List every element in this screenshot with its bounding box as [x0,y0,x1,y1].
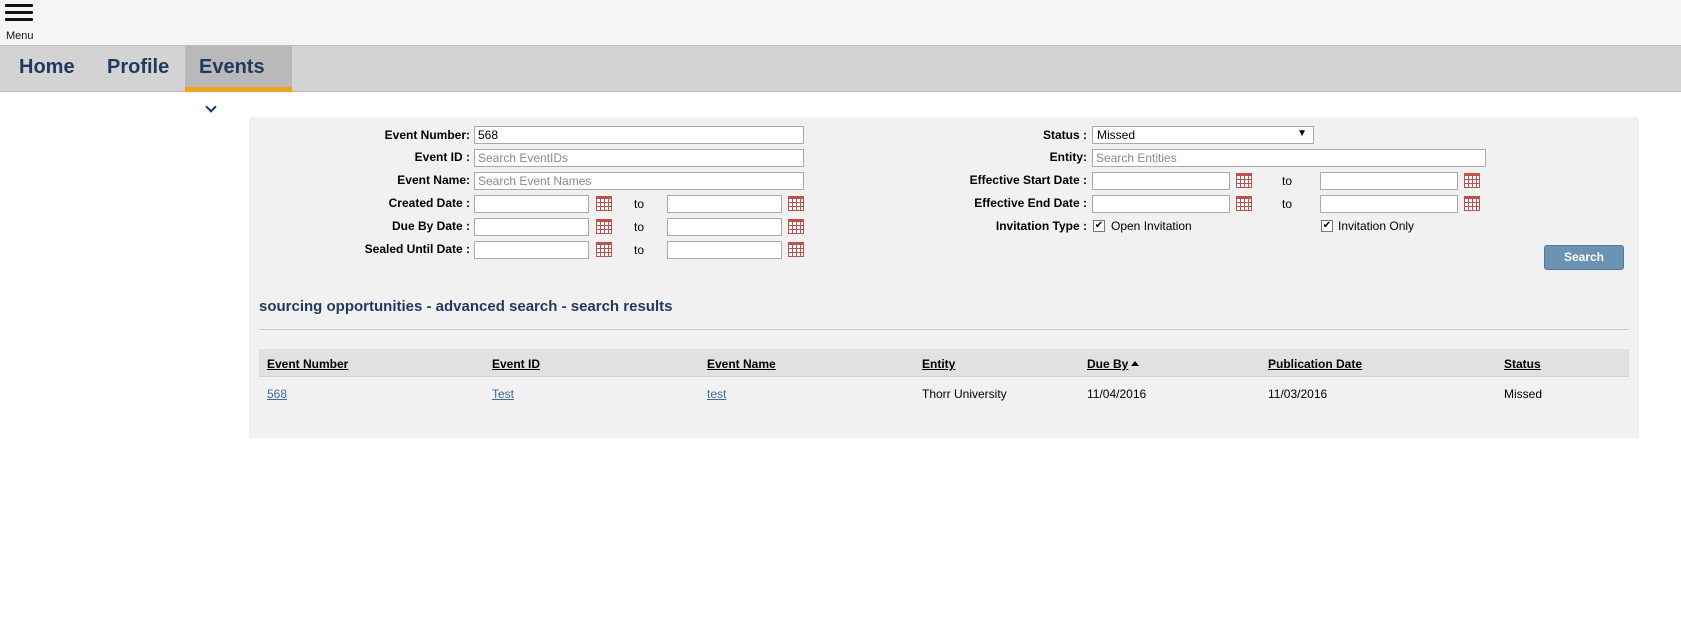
event-number-input[interactable] [474,126,804,144]
status-label: Status : [1042,128,1087,142]
status-select[interactable]: Missed ▼ [1092,126,1314,144]
entity-input[interactable] [1092,149,1486,167]
column-header-event-id[interactable]: Event ID [492,357,540,371]
calendar-icon[interactable] [596,219,612,234]
calendar-icon[interactable] [1464,173,1480,188]
entity-cell: Thorr University [922,387,1007,401]
calendar-icon[interactable] [788,196,804,211]
hamburger-menu-icon[interactable] [5,2,35,25]
effective-start-date-from-input[interactable] [1092,172,1230,190]
event-id-input[interactable] [474,149,804,167]
divider [259,329,1629,330]
calendar-icon[interactable] [596,242,612,257]
results-title: sourcing opportunities - advanced search… [259,298,673,315]
due-by-date-from-input[interactable] [474,218,589,236]
column-header-publication-date[interactable]: Publication Date [1268,357,1362,371]
event-id-link[interactable]: Test [492,387,514,401]
effective-end-date-label: Effective End Date : [974,196,1087,210]
effective-end-date-to-input[interactable] [1320,195,1458,213]
sealed-until-date-to-label: to [634,243,645,257]
created-date-to-label: to [634,197,645,211]
sealed-until-date-label: Sealed Until Date : [364,242,470,256]
calendar-icon[interactable] [596,196,612,211]
effective-start-date-to-input[interactable] [1320,172,1458,190]
nav-profile[interactable]: Profile [88,46,188,92]
dropdown-arrow-icon: ▼ [1297,128,1307,139]
publication-date-cell: 11/03/2016 [1268,387,1328,401]
event-name-link[interactable]: test [707,387,726,401]
due-by-cell: 11/04/2016 [1087,387,1147,401]
calendar-icon[interactable] [1464,196,1480,211]
created-date-from-input[interactable] [474,195,589,213]
sealed-until-date-from-input[interactable] [474,241,589,259]
event-name-input[interactable] [474,172,804,190]
created-date-label: Created Date : [388,196,470,210]
created-date-to-input[interactable] [667,195,782,213]
open-invitation-label: Open Invitation [1111,219,1192,233]
status-cell: Missed [1504,387,1543,401]
due-by-date-to-input[interactable] [667,218,782,236]
main-nav: Home Profile Events [0,46,1681,113]
menu-label[interactable]: Menu [6,30,34,42]
search-button[interactable]: Search [1544,245,1624,270]
open-invitation-checkbox[interactable]: ✔ [1093,220,1105,232]
sealed-until-date-to-input[interactable] [667,241,782,259]
calendar-icon[interactable] [788,242,804,257]
effective-end-date-from-input[interactable] [1092,195,1230,213]
effective-end-date-to-label: to [1282,197,1293,211]
invitation-only-checkbox[interactable]: ✔ [1321,220,1333,232]
invitation-type-label: Invitation Type : [995,219,1087,233]
calendar-icon[interactable] [788,219,804,234]
nav-events[interactable]: Events [185,46,292,113]
column-header-due-by[interactable]: Due By [1087,357,1140,371]
advanced-search-panel: Event Number: Event ID : Event Name: Cre… [249,117,1639,438]
top-bar: Menu [0,0,1681,46]
event-name-label: Event Name: [397,173,470,187]
table-row: 568 Test test Thorr University 11/04/201… [259,378,1629,406]
due-by-date-to-label: to [634,220,645,234]
entity-label: Entity: [1049,150,1087,164]
column-header-entity[interactable]: Entity [922,357,955,371]
event-number-link[interactable]: 568 [267,387,287,401]
event-id-label: Event ID : [414,150,470,164]
calendar-icon[interactable] [1236,196,1252,211]
calendar-icon[interactable] [1236,173,1252,188]
results-table-header: Event Number Event ID Event Name Entity … [259,349,1629,377]
nav-home[interactable]: Home [0,46,94,92]
column-header-event-name[interactable]: Event Name [707,357,776,371]
chevron-down-icon [205,101,217,113]
due-by-date-label: Due By Date : [391,219,470,233]
effective-start-date-label: Effective Start Date : [969,173,1087,187]
event-number-label: Event Number: [384,128,470,142]
column-header-status[interactable]: Status [1504,357,1541,371]
effective-start-date-to-label: to [1282,174,1293,188]
invitation-only-label: Invitation Only [1338,219,1415,233]
column-header-event-number[interactable]: Event Number [267,357,348,371]
sort-ascending-icon [1131,361,1140,366]
